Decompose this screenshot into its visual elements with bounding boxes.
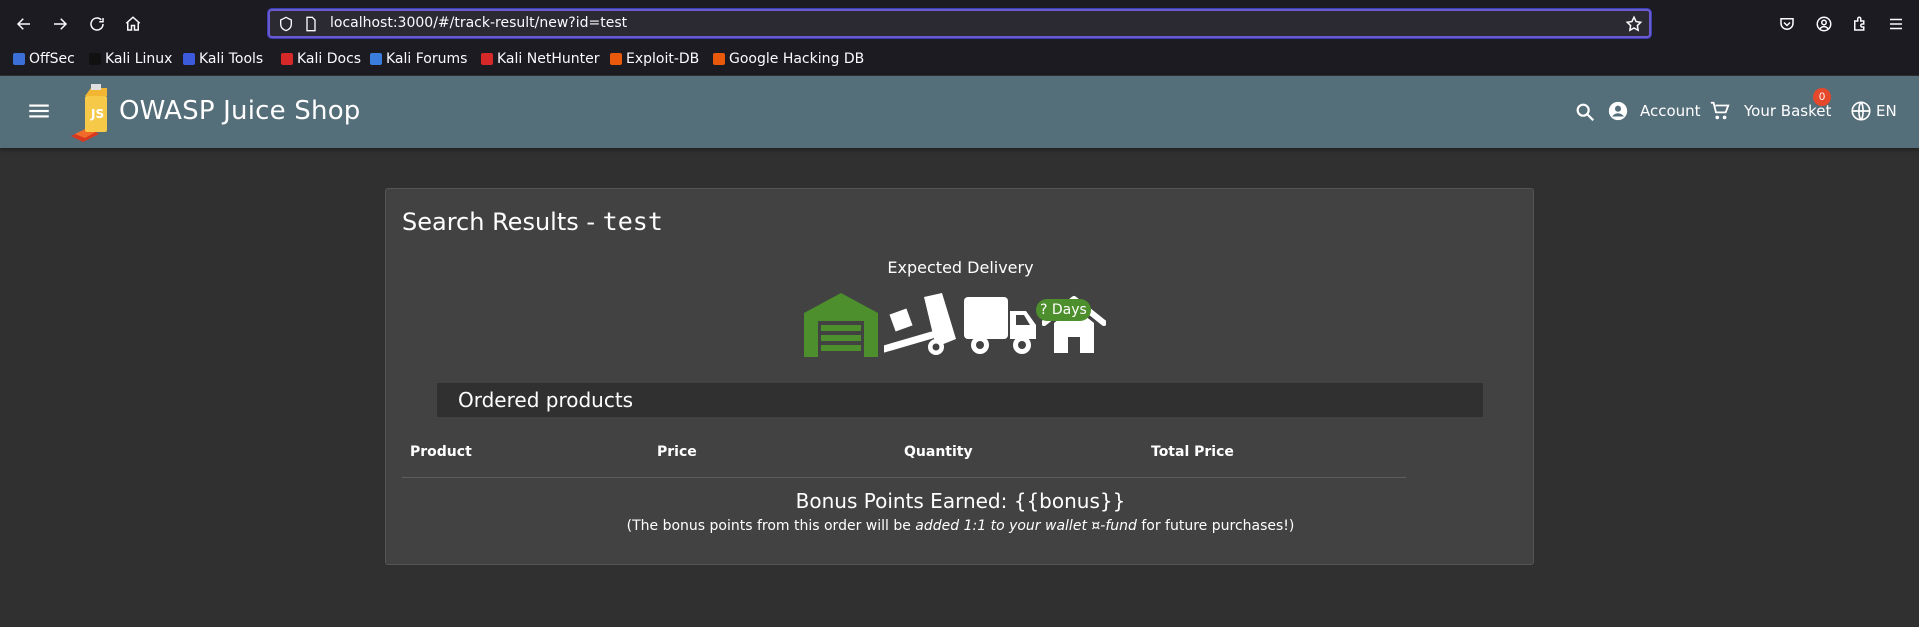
bookmark-kali-linux[interactable]: Kali Linux (89, 49, 172, 69)
url-text[interactable]: localhost:3000/#/track-result/new?id=tes… (330, 15, 627, 31)
account-label: Account (1640, 102, 1701, 120)
products-table-header: Product Price Quantity Total Price (402, 437, 1406, 478)
app-toolbar: JS OWASP Juice Shop Account Your Basket … (0, 76, 1919, 148)
browser-nav-row: localhost:3000/#/track-result/new?id=tes… (0, 0, 1919, 47)
bookmark-kali-forums[interactable]: Kali Forums (370, 49, 467, 69)
dolly-flatbed-icon (884, 293, 956, 355)
kali-forums-icon (370, 53, 382, 65)
account-button[interactable] (1809, 9, 1839, 39)
delivery-days-badge: ? Days (1036, 299, 1091, 321)
bookmark-offsec[interactable]: OffSec (13, 49, 75, 69)
url-bar[interactable]: localhost:3000/#/track-result/new?id=tes… (268, 9, 1651, 38)
ordered-products-title: Ordered products (458, 388, 634, 412)
puzzle-icon (1854, 16, 1865, 31)
bonus-note-suffix: for future purchases!) (1136, 518, 1295, 534)
reload-button[interactable] (82, 9, 112, 39)
arrow-left-icon (16, 18, 30, 30)
juice-shop-logo-icon[interactable]: JS (69, 84, 119, 142)
bookmark-label: Kali NetHunter (497, 51, 600, 67)
app-title[interactable]: OWASP Juice Shop (119, 96, 361, 126)
warehouse-icon (804, 293, 878, 357)
bookmark-kali-nethunter[interactable]: Kali NetHunter (481, 49, 599, 69)
bookmark-kali-docs[interactable]: Kali Docs (281, 49, 361, 69)
track-result-card: Search Results - test Expected Delivery (385, 188, 1534, 565)
ordered-products-header: Ordered products (437, 383, 1483, 417)
kali-nethunter-icon (481, 53, 493, 65)
bookmark-label: Google Hacking DB (729, 51, 865, 67)
search-button[interactable] (1574, 101, 1596, 123)
bookmark-label: Exploit-DB (626, 51, 700, 67)
bookmark-label: Kali Forums (386, 51, 468, 67)
account-menu-button[interactable]: Account (1607, 100, 1701, 122)
globe-icon (1851, 101, 1871, 121)
language-button[interactable]: EN (1850, 100, 1897, 122)
sidenav-menu-button[interactable] (26, 98, 52, 124)
hamburger-icon (1890, 18, 1902, 30)
bookmark-kali-tools[interactable]: Kali Tools (183, 49, 263, 69)
google-hacking-db-icon (713, 53, 725, 65)
bookmark-exploit-db[interactable]: Exploit-DB (610, 49, 699, 69)
search-title-prefix: Search Results - (402, 208, 603, 236)
shield-icon[interactable] (278, 16, 294, 32)
expected-delivery-label: Expected Delivery (887, 258, 1034, 277)
basket-count-badge: 0 (1813, 88, 1831, 106)
svg-text:JS: JS (90, 107, 104, 121)
page-icon[interactable] (303, 16, 319, 32)
bookmark-google-hacking-db[interactable]: Google Hacking DB (713, 49, 864, 69)
shopping-cart-icon (1710, 101, 1730, 120)
basket-button[interactable]: Your Basket (1709, 100, 1831, 122)
browser-chrome: localhost:3000/#/track-result/new?id=tes… (0, 0, 1919, 75)
bookmark-label: Kali Tools (199, 51, 264, 67)
offsec-icon (13, 53, 25, 65)
search-icon (1576, 103, 1595, 122)
bookmark-label: Kali Docs (297, 51, 362, 67)
user-circle-icon (1816, 16, 1832, 32)
bonus-points-title: Bonus Points Earned: {{bonus}} (795, 489, 1126, 513)
column-header-quantity: Quantity (904, 444, 973, 460)
hamburger-icon (29, 104, 49, 118)
kali-tools-icon (183, 53, 195, 65)
back-button[interactable] (9, 9, 39, 39)
arrow-right-icon (54, 18, 68, 30)
column-header-product: Product (410, 444, 472, 460)
bookmark-star-icon[interactable] (1625, 15, 1643, 33)
search-query: test (602, 207, 663, 236)
kali-dragon-icon (89, 53, 101, 65)
bonus-points-note: (The bonus points from this order will b… (386, 518, 1535, 534)
home-button[interactable] (118, 9, 148, 39)
account-circle-icon (1608, 101, 1628, 121)
home-icon (125, 16, 141, 31)
search-results-title: Search Results - test (402, 207, 663, 236)
reload-icon (90, 17, 104, 31)
extensions-button[interactable] (1845, 9, 1875, 39)
pocket-icon (1780, 18, 1794, 30)
bookmarks-bar: OffSec Kali Linux Kali Tools Kali Docs K… (0, 47, 1919, 71)
kali-docs-icon (281, 53, 293, 65)
app-menu-button[interactable] (1881, 9, 1911, 39)
exploit-db-icon (610, 53, 622, 65)
column-header-price: Price (657, 444, 697, 460)
bookmark-label: Kali Linux (105, 51, 173, 67)
forward-button[interactable] (45, 9, 75, 39)
bookmark-label: OffSec (29, 51, 75, 67)
bonus-note-emphasis: added 1:1 to your wallet ¤-fund (915, 518, 1137, 534)
language-label: EN (1876, 102, 1897, 120)
truck-icon (964, 297, 1036, 354)
bonus-note-prefix: (The bonus points from this order will b… (626, 518, 916, 534)
pocket-button[interactable] (1772, 9, 1802, 39)
column-header-total-price: Total Price (1151, 444, 1234, 460)
